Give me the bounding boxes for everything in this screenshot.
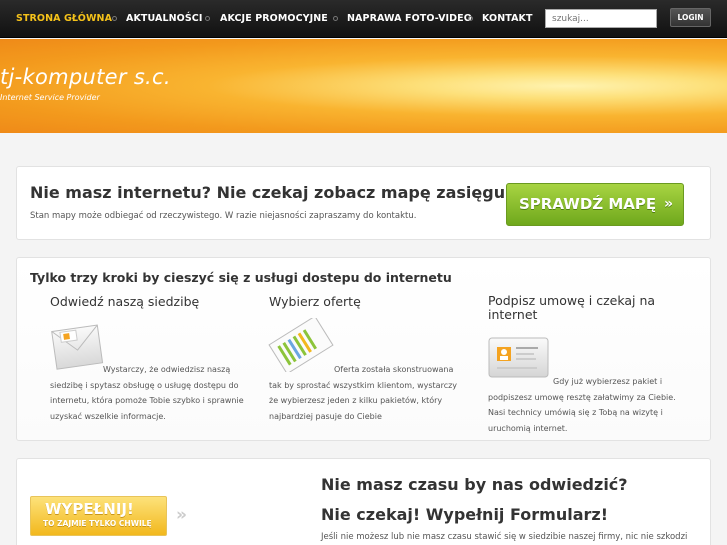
step-2-text: Oferta została skonstruowana tak by spro…	[269, 365, 458, 421]
fill-form-button-label: WYPEŁNIJ!	[45, 500, 134, 518]
nav-separator	[205, 16, 210, 21]
top-navbar: STRONA GŁÓWNA AKTUALNOŚCI AKCJE PROMOCYJ…	[0, 0, 727, 38]
double-chevron-right-icon: »	[176, 505, 187, 525]
nav-item-contact[interactable]: KONTAKT	[482, 13, 533, 24]
brand-title[interactable]: tj-komputer s.c.	[0, 65, 171, 89]
check-map-button[interactable]: SPRAWDŹ MAPĘ »	[506, 183, 684, 226]
nav-item-news[interactable]: AKTUALNOŚCI	[126, 13, 203, 24]
form-promo-heading-2: Nie czekaj! Wypełnij Formularz!	[321, 505, 608, 524]
step-1-text: Wystarczy, że odwiedzisz naszą siedzibę …	[50, 365, 244, 421]
step-3-text: Gdy już wybierzesz pakiet i podpiszesz u…	[488, 377, 676, 433]
nav-item-promotions[interactable]: AKCJE PROMOCYJNE	[220, 13, 328, 24]
fill-form-button-sublabel: TO ZAJMIE TYLKO CHWILĘ	[43, 519, 152, 528]
map-promo-heading: Nie masz internetu? Nie czekaj zobacz ma…	[30, 183, 513, 202]
search-input[interactable]	[545, 9, 657, 28]
map-promo-text: Stan mapy może odbiegać od rzeczywistego…	[30, 211, 417, 221]
brand-subtitle: Internet Service Provider	[0, 93, 100, 102]
steps-heading: Tylko trzy kroki by cieszyć się z usługi…	[30, 270, 452, 285]
login-button[interactable]: LOGIN	[670, 8, 711, 27]
fill-form-button[interactable]: WYPEŁNIJ! TO ZAJMIE TYLKO CHWILĘ	[30, 496, 167, 536]
form-promo-text: Jeśli nie możesz lub nie masz czasu staw…	[321, 532, 688, 542]
step-1-title: Odwiedź naszą siedzibę	[50, 294, 200, 309]
double-chevron-right-icon: »	[663, 196, 673, 212]
form-promo-heading-1: Nie masz czasu by nas odwiedzić?	[321, 475, 628, 494]
step-2-title: Wybierz ofertę	[269, 294, 361, 309]
nav-separator	[468, 16, 473, 21]
check-map-button-label: SPRAWDŹ MAPĘ	[519, 195, 657, 213]
nav-separator	[333, 16, 338, 21]
nav-item-home[interactable]: STRONA GŁÓWNA	[16, 13, 112, 24]
nav-separator	[112, 16, 117, 21]
contact-card-icon	[488, 337, 549, 378]
nav-item-photo-video-repair[interactable]: NAPRAWA FOTO-VIDEO	[347, 13, 472, 24]
step-3-title: Podpisz umowę i czekaj na internet	[488, 293, 656, 322]
